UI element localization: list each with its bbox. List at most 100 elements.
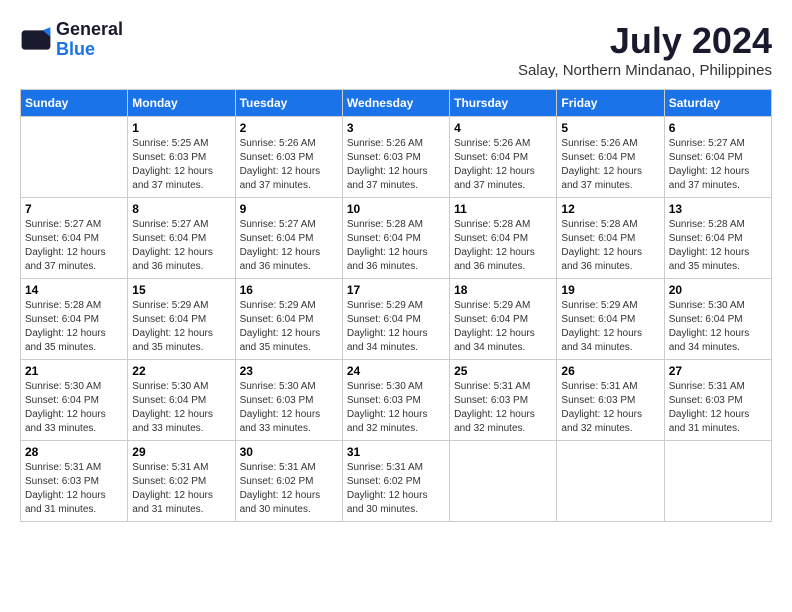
page-header: General Blue July 2024 Salay, Northern M… bbox=[20, 20, 772, 79]
day-number: 7 bbox=[25, 202, 123, 216]
calendar-cell: 27 Sunrise: 5:31 AM Sunset: 6:03 PM Dayli… bbox=[664, 360, 771, 441]
calendar-cell: 23Sunrise: 5:30 AM Sunset: 6:03 PM Dayli… bbox=[235, 360, 342, 441]
header-monday: Monday bbox=[128, 90, 235, 117]
calendar-cell bbox=[557, 441, 664, 522]
day-info: Sunrise: 5:31 AM Sunset: 6:03 PM Dayligh… bbox=[669, 380, 767, 436]
day-info: Sunrise: 5:31 AM Sunset: 6:03 PM Dayligh… bbox=[561, 380, 659, 436]
calendar-cell: 10 Sunrise: 5:28 AM Sunset: 6:04 PM Dayli… bbox=[342, 198, 449, 279]
day-info: Sunrise: 5:27 AM Sunset: 6:04 PM Dayligh… bbox=[25, 218, 123, 274]
calendar-cell: 8 Sunrise: 5:27 AM Sunset: 6:04 PM Daylig… bbox=[128, 198, 235, 279]
day-number: 9 bbox=[240, 202, 338, 216]
day-number: 11 bbox=[454, 202, 552, 216]
header-sunday: Sunday bbox=[21, 90, 128, 117]
day-number: 10 bbox=[347, 202, 445, 216]
calendar-cell: 13 Sunrise: 5:28 AM Sunset: 6:04 PM Dayli… bbox=[664, 198, 771, 279]
day-info: Sunrise: 5:30 AM Sunset: 6:04 PM Dayligh… bbox=[132, 380, 230, 436]
day-info: Sunrise: 5:26 AM Sunset: 6:04 PM Dayligh… bbox=[561, 137, 659, 193]
calendar-cell: 15Sunrise: 5:29 AM Sunset: 6:04 PM Dayli… bbox=[128, 279, 235, 360]
day-number: 18 bbox=[454, 283, 552, 297]
day-number: 12 bbox=[561, 202, 659, 216]
header-friday: Friday bbox=[557, 90, 664, 117]
day-number: 5 bbox=[561, 121, 659, 135]
day-info: Sunrise: 5:28 AM Sunset: 6:04 PM Dayligh… bbox=[669, 218, 767, 274]
day-info: Sunrise: 5:31 AM Sunset: 6:03 PM Dayligh… bbox=[25, 461, 123, 517]
header-thursday: Thursday bbox=[450, 90, 557, 117]
day-number: 1 bbox=[132, 121, 230, 135]
calendar-cell: 29Sunrise: 5:31 AM Sunset: 6:02 PM Dayli… bbox=[128, 441, 235, 522]
calendar-cell: 9 Sunrise: 5:27 AM Sunset: 6:04 PM Daylig… bbox=[235, 198, 342, 279]
day-number: 24 bbox=[347, 364, 445, 378]
calendar-cell: 26 Sunrise: 5:31 AM Sunset: 6:03 PM Dayli… bbox=[557, 360, 664, 441]
week-row-3: 14 Sunrise: 5:28 AM Sunset: 6:04 PM Dayli… bbox=[21, 279, 772, 360]
calendar-cell: 12Sunrise: 5:28 AM Sunset: 6:04 PM Dayli… bbox=[557, 198, 664, 279]
day-info: Sunrise: 5:26 AM Sunset: 6:03 PM Dayligh… bbox=[240, 137, 338, 193]
calendar-cell bbox=[21, 117, 128, 198]
day-number: 14 bbox=[25, 283, 123, 297]
calendar-cell: 28 Sunrise: 5:31 AM Sunset: 6:03 PM Dayli… bbox=[21, 441, 128, 522]
day-info: Sunrise: 5:27 AM Sunset: 6:04 PM Dayligh… bbox=[132, 218, 230, 274]
day-info: Sunrise: 5:28 AM Sunset: 6:04 PM Dayligh… bbox=[25, 299, 123, 355]
calendar-cell: 20 Sunrise: 5:30 AM Sunset: 6:04 PM Dayli… bbox=[664, 279, 771, 360]
calendar-cell: 16 Sunrise: 5:29 AM Sunset: 6:04 PM Dayli… bbox=[235, 279, 342, 360]
day-number: 28 bbox=[25, 445, 123, 459]
day-info: Sunrise: 5:29 AM Sunset: 6:04 PM Dayligh… bbox=[561, 299, 659, 355]
calendar-title: July 2024 bbox=[518, 20, 772, 62]
logo-line2: Blue bbox=[56, 40, 123, 60]
calendar-subtitle: Salay, Northern Mindanao, Philippines bbox=[518, 62, 772, 79]
day-info: Sunrise: 5:30 AM Sunset: 6:04 PM Dayligh… bbox=[669, 299, 767, 355]
day-number: 22 bbox=[132, 364, 230, 378]
logo-icon bbox=[20, 24, 52, 56]
day-number: 30 bbox=[240, 445, 338, 459]
day-info: Sunrise: 5:29 AM Sunset: 6:04 PM Dayligh… bbox=[240, 299, 338, 355]
calendar-cell: 25Sunrise: 5:31 AM Sunset: 6:03 PM Dayli… bbox=[450, 360, 557, 441]
week-row-5: 28 Sunrise: 5:31 AM Sunset: 6:03 PM Dayli… bbox=[21, 441, 772, 522]
day-number: 27 bbox=[669, 364, 767, 378]
day-number: 23 bbox=[240, 364, 338, 378]
week-row-1: 1 Sunrise: 5:25 AM Sunset: 6:03 PM Daylig… bbox=[21, 117, 772, 198]
calendar-cell: 3Sunrise: 5:26 AM Sunset: 6:03 PM Daylig… bbox=[342, 117, 449, 198]
day-info: Sunrise: 5:29 AM Sunset: 6:04 PM Dayligh… bbox=[454, 299, 552, 355]
day-info: Sunrise: 5:27 AM Sunset: 6:04 PM Dayligh… bbox=[240, 218, 338, 274]
calendar-table: SundayMondayTuesdayWednesdayThursdayFrid… bbox=[20, 89, 772, 522]
calendar-cell: 5 Sunrise: 5:26 AM Sunset: 6:04 PM Daylig… bbox=[557, 117, 664, 198]
header-tuesday: Tuesday bbox=[235, 90, 342, 117]
day-number: 31 bbox=[347, 445, 445, 459]
calendar-cell: 11 Sunrise: 5:28 AM Sunset: 6:04 PM Dayli… bbox=[450, 198, 557, 279]
calendar-cell: 21Sunrise: 5:30 AM Sunset: 6:04 PM Dayli… bbox=[21, 360, 128, 441]
calendar-cell: 17 Sunrise: 5:29 AM Sunset: 6:04 PM Dayli… bbox=[342, 279, 449, 360]
day-number: 20 bbox=[669, 283, 767, 297]
day-number: 6 bbox=[669, 121, 767, 135]
day-number: 21 bbox=[25, 364, 123, 378]
day-number: 17 bbox=[347, 283, 445, 297]
calendar-cell: 2Sunrise: 5:26 AM Sunset: 6:03 PM Daylig… bbox=[235, 117, 342, 198]
week-row-4: 21 Sunrise: 5:30 AM Sunset: 6:04 PM Dayli… bbox=[21, 360, 772, 441]
logo-line1: General bbox=[56, 20, 123, 40]
calendar-cell: 24 Sunrise: 5:30 AM Sunset: 6:03 PM Dayli… bbox=[342, 360, 449, 441]
calendar-cell: 18 Sunrise: 5:29 AM Sunset: 6:04 PM Dayli… bbox=[450, 279, 557, 360]
calendar-cell: 1 Sunrise: 5:25 AM Sunset: 6:03 PM Daylig… bbox=[128, 117, 235, 198]
logo-text: General Blue bbox=[56, 20, 123, 60]
day-number: 13 bbox=[669, 202, 767, 216]
day-info: Sunrise: 5:30 AM Sunset: 6:03 PM Dayligh… bbox=[347, 380, 445, 436]
calendar-cell bbox=[450, 441, 557, 522]
day-info: Sunrise: 5:28 AM Sunset: 6:04 PM Dayligh… bbox=[347, 218, 445, 274]
day-info: Sunrise: 5:26 AM Sunset: 6:03 PM Dayligh… bbox=[347, 137, 445, 193]
day-info: Sunrise: 5:31 AM Sunset: 6:02 PM Dayligh… bbox=[240, 461, 338, 517]
day-number: 26 bbox=[561, 364, 659, 378]
day-info: Sunrise: 5:29 AM Sunset: 6:04 PM Dayligh… bbox=[347, 299, 445, 355]
day-number: 19 bbox=[561, 283, 659, 297]
header-wednesday: Wednesday bbox=[342, 90, 449, 117]
day-info: Sunrise: 5:27 AM Sunset: 6:04 PM Dayligh… bbox=[669, 137, 767, 193]
day-number: 8 bbox=[132, 202, 230, 216]
calendar-cell: 19 Sunrise: 5:29 AM Sunset: 6:04 PM Dayli… bbox=[557, 279, 664, 360]
day-number: 4 bbox=[454, 121, 552, 135]
day-info: Sunrise: 5:31 AM Sunset: 6:02 PM Dayligh… bbox=[132, 461, 230, 517]
day-number: 16 bbox=[240, 283, 338, 297]
calendar-cell: 4Sunrise: 5:26 AM Sunset: 6:04 PM Daylig… bbox=[450, 117, 557, 198]
logo: General Blue bbox=[20, 20, 123, 60]
calendar-cell: 30 Sunrise: 5:31 AM Sunset: 6:02 PM Dayli… bbox=[235, 441, 342, 522]
day-info: Sunrise: 5:25 AM Sunset: 6:03 PM Dayligh… bbox=[132, 137, 230, 193]
calendar-cell: 7 Sunrise: 5:27 AM Sunset: 6:04 PM Daylig… bbox=[21, 198, 128, 279]
title-block: July 2024 Salay, Northern Mindanao, Phil… bbox=[518, 20, 772, 79]
day-info: Sunrise: 5:28 AM Sunset: 6:04 PM Dayligh… bbox=[454, 218, 552, 274]
